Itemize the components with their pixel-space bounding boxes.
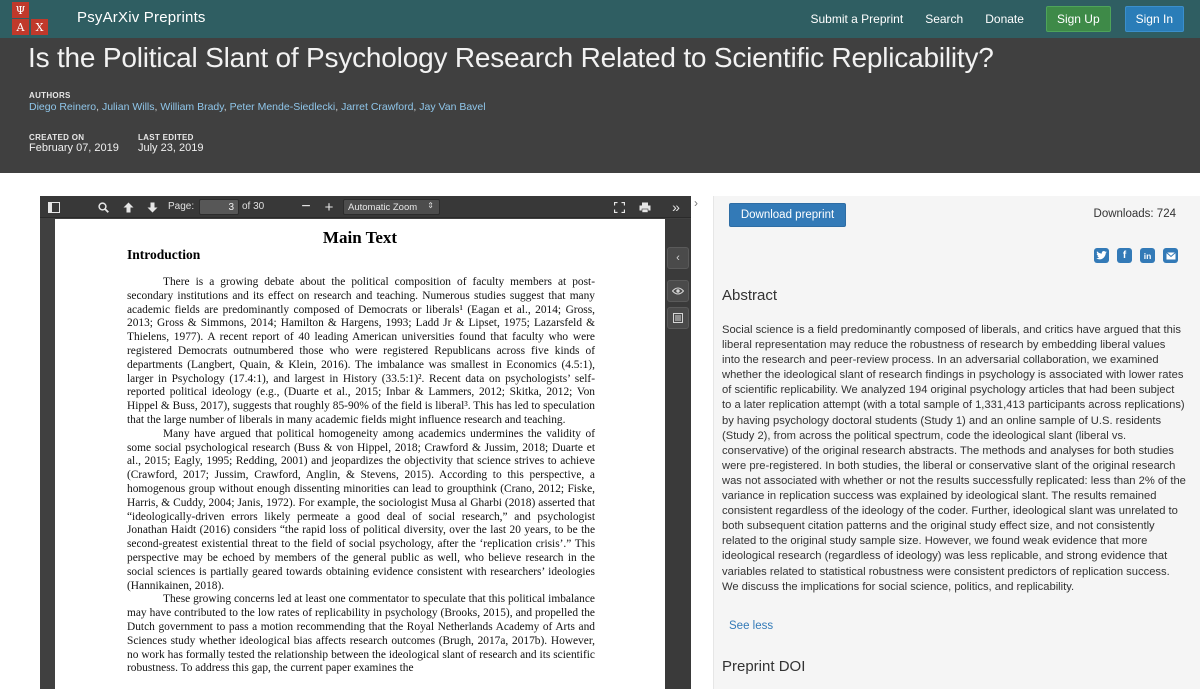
- nav-submit-preprint[interactable]: Submit a Preprint: [810, 12, 903, 26]
- downloads-count: Downloads: 724: [1093, 208, 1176, 220]
- collapse-left-icon[interactable]: ‹: [667, 247, 689, 269]
- zoom-select[interactable]: Automatic Zoom ⇕: [343, 199, 440, 215]
- viewer-side-strip: ‹: [665, 219, 691, 689]
- twitter-icon[interactable]: [1094, 248, 1109, 263]
- psyarxiv-logo[interactable]: Ψ A X: [12, 2, 68, 36]
- pdf-paragraph: There is a growing debate about the poli…: [127, 276, 595, 426]
- preprint-detail-panel: Download preprint Downloads: 724 f in Ab…: [713, 196, 1200, 689]
- brand-name[interactable]: PsyArXiv Preprints: [77, 9, 206, 26]
- pdf-paragraph: These growing concerns led at least one …: [127, 593, 595, 675]
- page-number-input[interactable]: [199, 199, 239, 215]
- page-label: Page:: [168, 201, 195, 212]
- zoom-value: Automatic Zoom: [348, 201, 418, 213]
- author-link[interactable]: Diego Reinero: [29, 101, 96, 113]
- see-less-link[interactable]: See less: [729, 620, 773, 632]
- sign-in-button[interactable]: Sign In: [1124, 6, 1184, 32]
- created-date: February 07, 2019: [29, 142, 119, 154]
- page-total: of 30: [242, 201, 265, 212]
- preprint-title: Is the Political Slant of Psychology Res…: [28, 42, 994, 73]
- nav-links: Submit a Preprint Search Donate Sign Up …: [810, 0, 1200, 38]
- sign-up-button[interactable]: Sign Up: [1045, 6, 1111, 32]
- abstract-heading: Abstract: [722, 287, 778, 304]
- author-link[interactable]: Peter Mende-Siedlecki: [230, 101, 336, 113]
- sidebar-toggle-icon[interactable]: [46, 199, 62, 215]
- zoom-caret-icon: ⇕: [427, 201, 434, 210]
- next-page-icon[interactable]: [144, 199, 160, 215]
- zoom-out-icon[interactable]: −: [298, 198, 314, 215]
- pdf-paragraph: Many have argued that political homogene…: [127, 427, 595, 592]
- eye-icon[interactable]: [667, 280, 689, 302]
- edited-date: July 23, 2019: [138, 142, 204, 154]
- facebook-icon[interactable]: f: [1117, 248, 1132, 263]
- author-link[interactable]: Julian Wills: [102, 101, 155, 113]
- pdf-toolbar: Page: of 30 − + Automatic Zoom ⇕ »: [40, 196, 691, 218]
- more-tools-icon[interactable]: »: [668, 199, 684, 215]
- previous-page-icon[interactable]: [120, 199, 136, 215]
- download-preprint-button[interactable]: Download preprint: [729, 203, 846, 227]
- comments-icon[interactable]: [667, 307, 689, 329]
- abstract-text: Social science is a field predominantly …: [722, 324, 1186, 593]
- pdf-body-text: There is a growing debate about the poli…: [127, 276, 595, 676]
- author-link[interactable]: Jarret Crawford: [341, 101, 413, 113]
- logo-x: X: [31, 19, 48, 35]
- authors-label: AUTHORS: [29, 91, 71, 100]
- email-icon[interactable]: [1163, 248, 1178, 263]
- print-icon[interactable]: [637, 199, 653, 215]
- pdf-heading: Main Text: [322, 228, 398, 247]
- share-icons: f in: [1086, 248, 1178, 263]
- preprint-header: Is the Political Slant of Psychology Res…: [0, 38, 1200, 173]
- logo-psi: Ψ: [12, 2, 29, 18]
- author-link[interactable]: William Brady: [160, 101, 223, 113]
- nav-donate[interactable]: Donate: [985, 12, 1024, 26]
- author-link[interactable]: Jay Van Bavel: [419, 101, 485, 113]
- collapse-viewer-icon[interactable]: ›: [694, 196, 698, 210]
- preprint-doi-heading: Preprint DOI: [722, 658, 806, 675]
- search-icon[interactable]: [95, 199, 111, 215]
- edited-label: LAST EDITED: [138, 133, 194, 142]
- created-label: CREATED ON: [29, 133, 85, 142]
- authors-list: Diego Reinero, Julian Wills, William Bra…: [29, 101, 486, 113]
- pdf-viewer: Page: of 30 − + Automatic Zoom ⇕ » Main …: [40, 196, 691, 689]
- fullscreen-icon[interactable]: [611, 199, 627, 215]
- linkedin-icon[interactable]: in: [1140, 248, 1155, 263]
- logo-a: A: [12, 19, 29, 35]
- pdf-section-heading: Introduction: [127, 247, 201, 262]
- top-navbar: Ψ A X PsyArXiv Preprints Submit a Prepri…: [0, 0, 1200, 38]
- nav-search[interactable]: Search: [925, 12, 963, 26]
- pdf-page: Main Text Introduction There is a growin…: [55, 219, 665, 689]
- zoom-in-icon[interactable]: +: [321, 199, 337, 216]
